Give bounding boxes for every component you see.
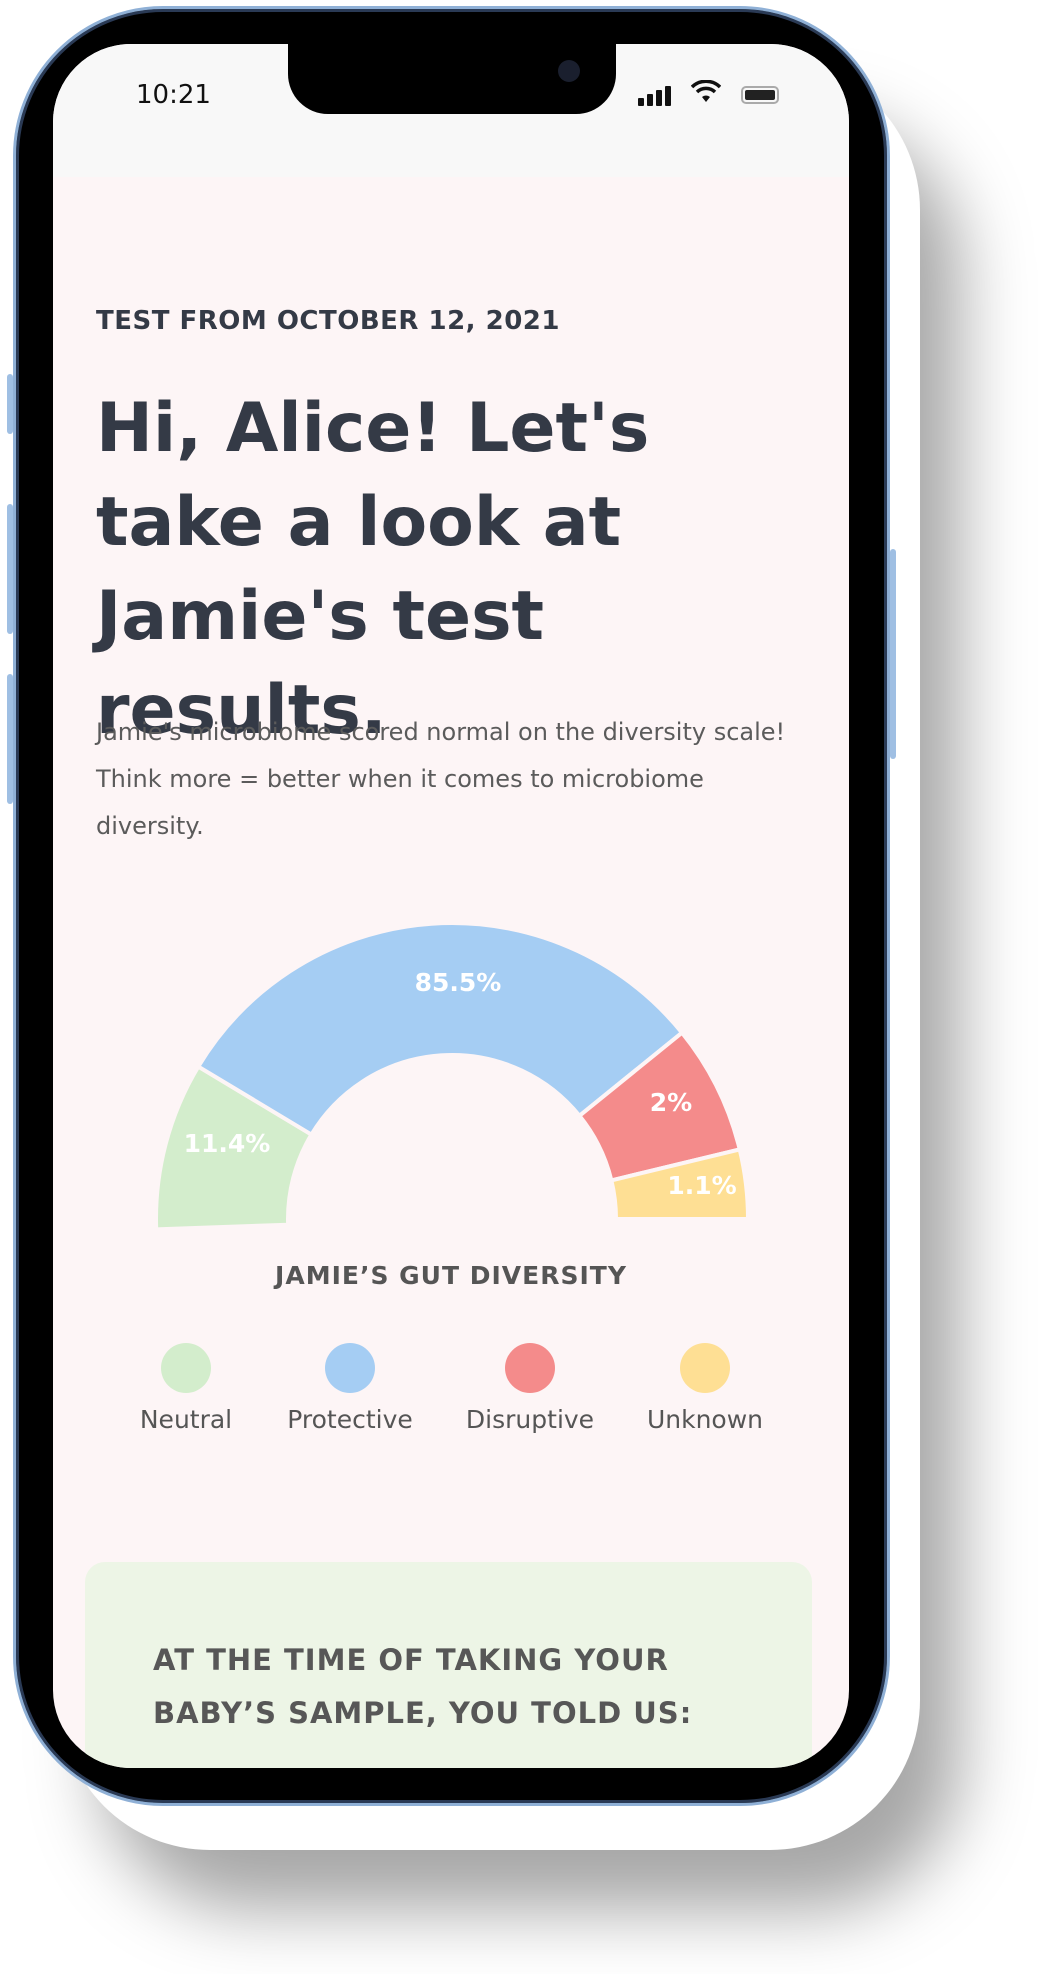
gut-diversity-chart: 11.4% 85.5% 2% 1.1% [154, 921, 751, 1232]
legend-unknown: Unknown [620, 1343, 790, 1434]
legend-dot-unknown [680, 1343, 730, 1393]
legend-protective: Protective [265, 1343, 435, 1434]
legend-label: Unknown [646, 1405, 764, 1434]
slice-label-unknown: 1.1% [667, 1171, 736, 1200]
legend-label: Protective [287, 1405, 413, 1434]
legend-dot-protective [325, 1343, 375, 1393]
legend-neutral: Neutral [101, 1343, 271, 1434]
legend-dot-neutral [161, 1343, 211, 1393]
mute-switch [7, 374, 13, 434]
card-heading: AT THE TIME OF TAKING YOUR BABY’S SAMPLE… [153, 1643, 693, 1730]
slice-label-disruptive: 2% [650, 1088, 692, 1117]
volume-up-button [7, 504, 13, 634]
app-screen: 10:21 TEST FROM OCTOBER 12, 2021 Hi, Ali… [53, 44, 849, 1768]
chart-title: JAMIE’S GUT DIVERSITY [275, 1261, 627, 1290]
legend-disruptive: Disruptive [445, 1343, 615, 1434]
legend-dot-disruptive [505, 1343, 555, 1393]
volume-down-button [7, 674, 13, 804]
slice-label-protective: 85.5% [415, 968, 502, 997]
power-button [890, 549, 896, 759]
slice-label-neutral: 11.4% [184, 1129, 271, 1158]
legend-label: Disruptive [465, 1405, 595, 1434]
survey-card: AT THE TIME OF TAKING YOUR BABY’S SAMPLE… [85, 1562, 812, 1768]
legend-label: Neutral [139, 1405, 233, 1434]
